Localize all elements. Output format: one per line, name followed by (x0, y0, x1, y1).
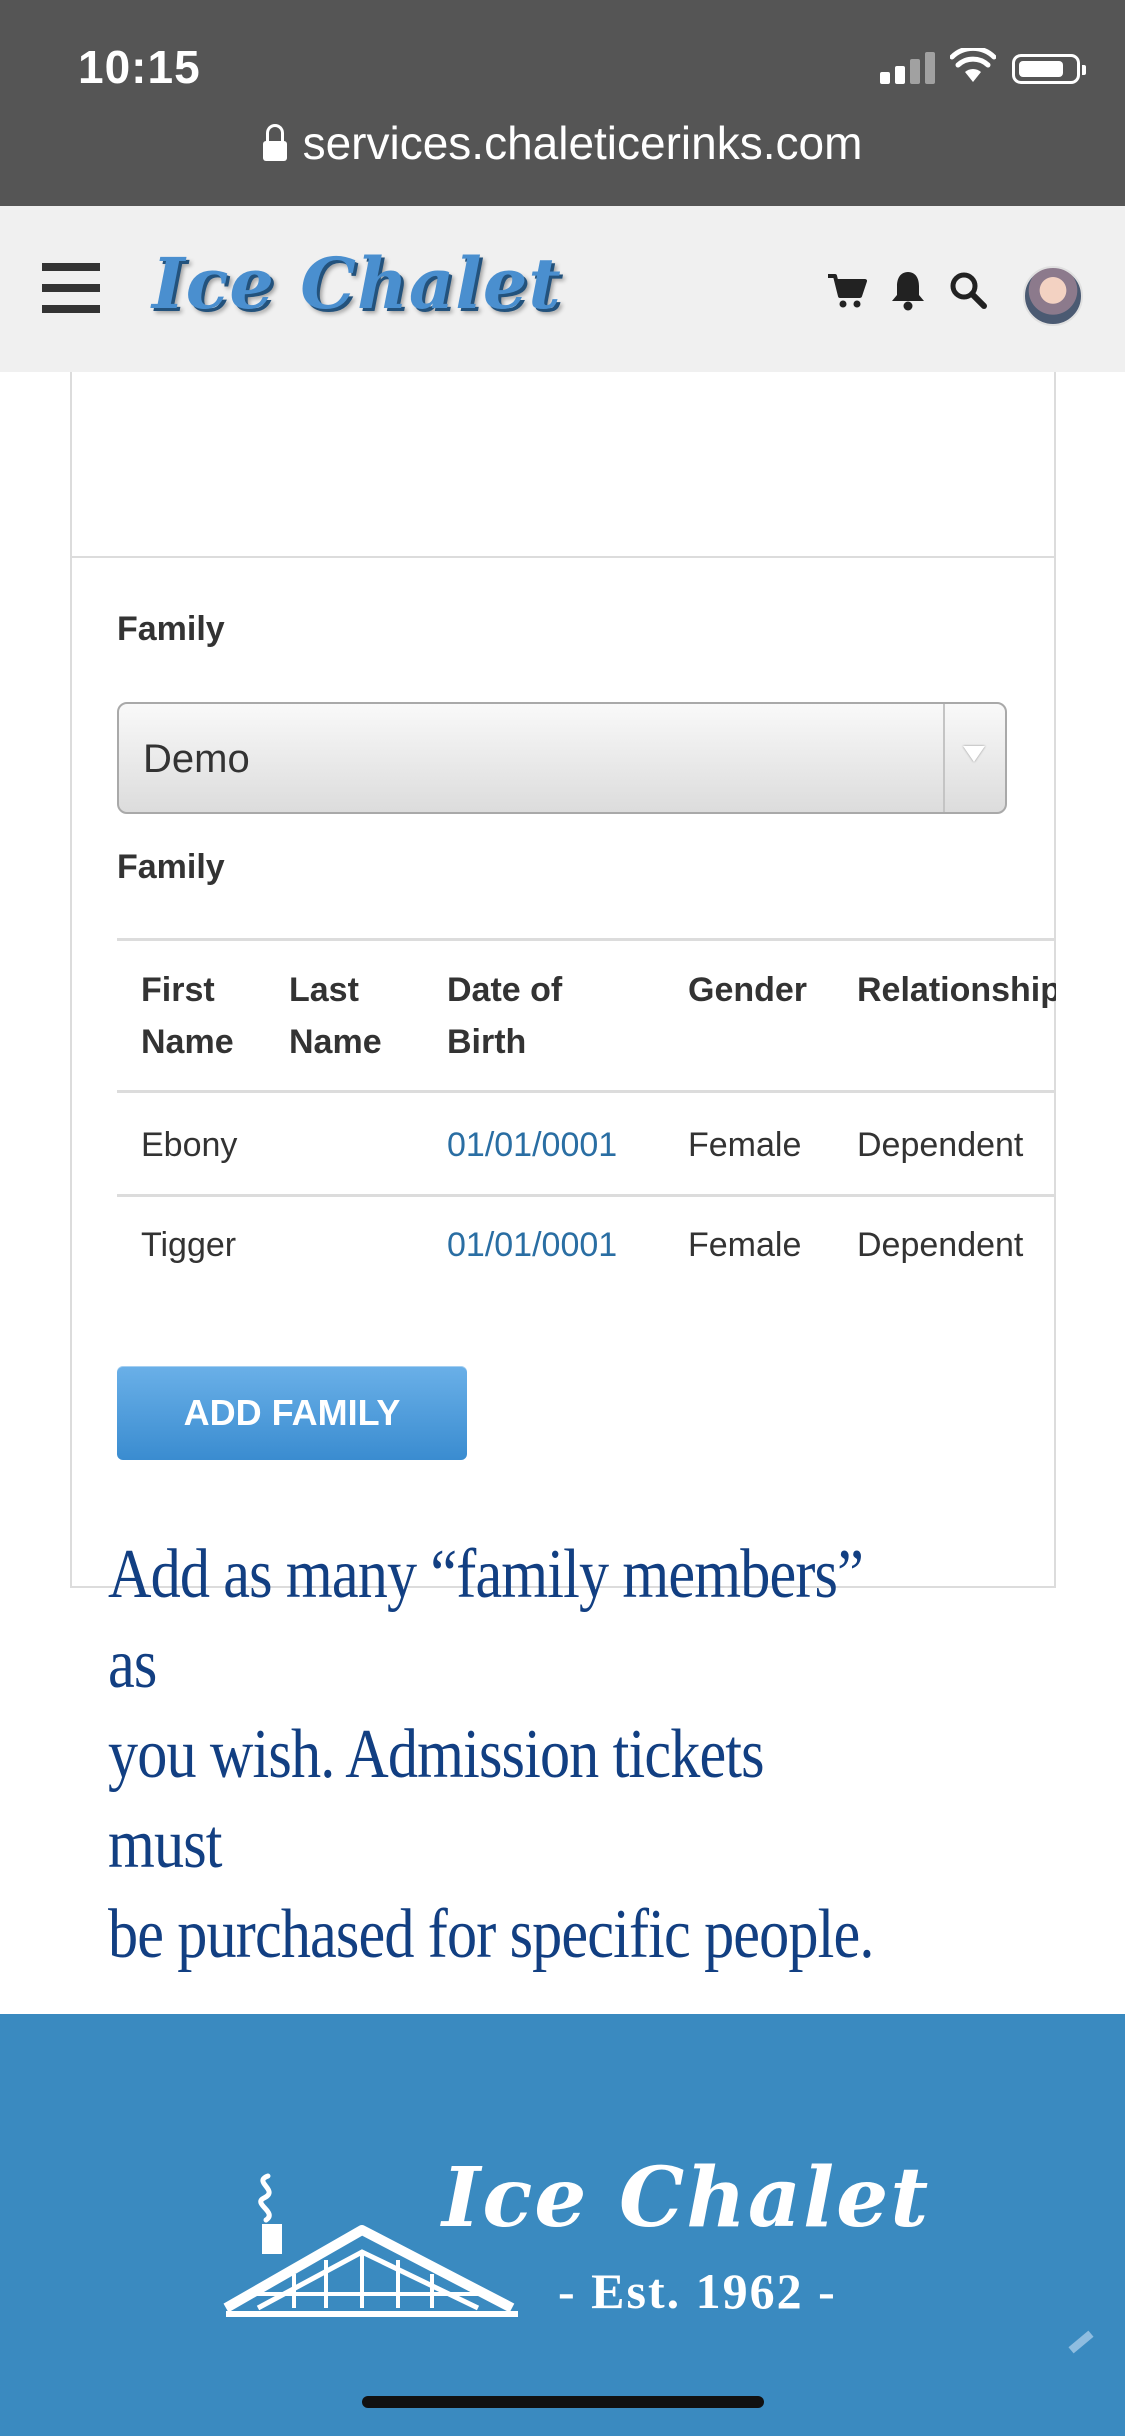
column-header-relationship: Relationship (857, 971, 1056, 1009)
cell-date-of-birth-link[interactable]: 01/01/0001 (447, 1126, 617, 1165)
bell-icon[interactable] (886, 268, 930, 312)
annotation-line: you wish. Admission tickets must (108, 1716, 765, 1883)
table-border (117, 1194, 1056, 1197)
wifi-icon (950, 48, 996, 82)
cell-date-of-birth-link[interactable]: 01/01/0001 (447, 1226, 617, 1265)
cell-gender: Female (688, 1226, 802, 1264)
add-family-button[interactable]: ADD FAMILY (117, 1366, 467, 1460)
address-bar[interactable]: services.chaleticerinks.com (0, 116, 1125, 176)
url-text: services.chaleticerinks.com (302, 117, 863, 169)
cellular-signal-icon (880, 50, 936, 84)
table-border (117, 1090, 1056, 1093)
annotation-line: Add as many “family members” as (108, 1536, 864, 1703)
chevron-down-icon (963, 746, 985, 762)
cell-gender: Female (688, 1126, 802, 1164)
cell-first-name: Ebony (141, 1126, 238, 1164)
family-select-label: Family (117, 610, 225, 648)
cell-relationship: Dependent (857, 1126, 1024, 1164)
table-border (117, 938, 1056, 941)
instruction-annotation: Add as many “family members” as you wish… (108, 1530, 882, 1980)
divider (70, 556, 1056, 558)
annotation-line: be purchased for specific people. (108, 1896, 874, 1973)
cart-icon[interactable] (826, 268, 870, 312)
footer-logo-title: Ice Chalet (442, 2150, 931, 2246)
home-indicator[interactable] (362, 2396, 764, 2408)
select-divider (943, 704, 945, 812)
family-table: First Name Last Name Date of Birth Gende… (117, 938, 1056, 1280)
column-header-gender: Gender (688, 971, 808, 1009)
cell-relationship: Dependent (857, 1226, 1024, 1264)
cell-first-name: Tigger (141, 1226, 237, 1264)
footer-established: - Est. 1962 - (558, 2263, 837, 2319)
menu-icon[interactable] (42, 263, 100, 313)
site-logo[interactable]: Ice Chalet (152, 242, 562, 325)
column-header-last-name: Last Name (289, 971, 382, 1061)
family-select[interactable]: Demo (117, 702, 1007, 814)
status-time: 10:15 (78, 41, 201, 93)
search-icon[interactable] (946, 268, 990, 312)
column-header-first-name: First Name (141, 971, 234, 1061)
column-header-date-of-birth: Date of Birth (447, 971, 563, 1061)
battery-icon (1012, 54, 1086, 84)
lock-icon (262, 123, 287, 161)
family-select-value: Demo (143, 737, 250, 781)
avatar[interactable] (1023, 266, 1083, 326)
family-table-label: Family (117, 848, 225, 886)
